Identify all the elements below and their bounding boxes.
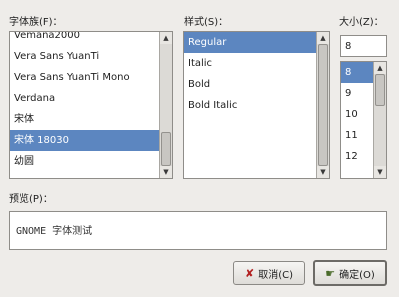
scroll-up-arrow-icon[interactable]: ▲ xyxy=(160,32,172,44)
ok-hand-icon: ☛ xyxy=(325,266,336,280)
style-list-item[interactable]: Bold xyxy=(184,74,329,95)
scroll-up-arrow-icon[interactable]: ▲ xyxy=(374,62,386,74)
ok-button-label: 确定(O) xyxy=(339,269,375,281)
family-list-item[interactable]: 宋体 18030 xyxy=(10,130,172,151)
scroll-up-arrow-icon[interactable]: ▲ xyxy=(317,32,329,44)
scroll-down-arrow-icon[interactable]: ▼ xyxy=(160,166,172,178)
cancel-button-label: 取消(C) xyxy=(258,269,293,281)
family-list-item[interactable]: 幼圆 xyxy=(10,151,172,172)
family-list-item[interactable]: 宋体 xyxy=(10,109,172,130)
size-label: 大小(Z)： xyxy=(339,17,384,28)
family-list-item[interactable]: Vera Sans YuanTi Mono xyxy=(10,67,172,88)
scroll-down-arrow-icon[interactable]: ▼ xyxy=(374,166,386,178)
family-scrollbar[interactable]: ▲ ▼ xyxy=(159,32,172,178)
scroll-down-arrow-icon[interactable]: ▼ xyxy=(317,166,329,178)
style-list-item[interactable]: Regular xyxy=(184,32,329,53)
style-list[interactable]: Regular Italic Bold Bold Italic ▲ ▼ xyxy=(183,31,330,179)
size-list[interactable]: 8 9 10 11 12 ▲ ▼ xyxy=(340,61,387,179)
style-list-item[interactable]: Italic xyxy=(184,53,329,74)
family-list-item[interactable]: Vera Sans YuanTi xyxy=(10,46,172,67)
ok-button[interactable]: ☛ 确定(O) xyxy=(313,260,387,286)
style-label: 样式(S)： xyxy=(184,17,229,28)
family-list-item[interactable]: Verdana xyxy=(10,88,172,109)
family-label: 字体族(F)： xyxy=(9,17,63,28)
size-input[interactable]: 8 xyxy=(340,35,387,57)
preview-text: GNOME 字体测试 xyxy=(16,226,93,237)
size-scrollbar[interactable]: ▲ ▼ xyxy=(373,62,386,178)
cancel-button[interactable]: ✘ 取消(C) xyxy=(233,261,305,285)
style-scroll-thumb[interactable] xyxy=(318,44,328,166)
cancel-x-icon: ✘ xyxy=(244,266,255,280)
preview-label: 预览(P)： xyxy=(9,194,53,205)
style-list-item[interactable]: Bold Italic xyxy=(184,95,329,116)
family-list[interactable]: Vemana2000 Vera Sans YuanTi Vera Sans Yuan… xyxy=(9,31,173,179)
style-scrollbar[interactable]: ▲ ▼ xyxy=(316,32,329,178)
family-scroll-thumb[interactable] xyxy=(161,132,171,166)
family-list-item[interactable]: Vemana2000 xyxy=(10,32,172,46)
preview-box[interactable]: GNOME 字体测试 xyxy=(9,211,387,250)
size-scroll-thumb[interactable] xyxy=(375,74,385,106)
